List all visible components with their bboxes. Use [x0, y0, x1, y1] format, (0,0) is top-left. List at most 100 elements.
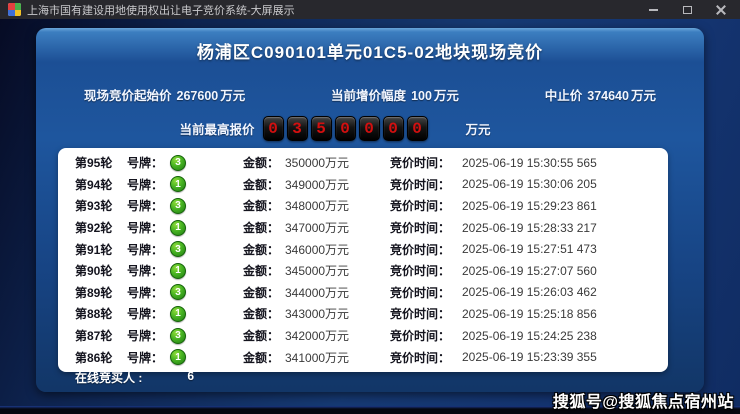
time-value: 2025-06-19 15:24:25 238 [462, 329, 668, 343]
time-label: 竞价时间： [390, 154, 462, 171]
start-price-value: 267600 [177, 89, 219, 103]
amount-value: 348000万元 [285, 197, 390, 214]
amount-label: 金额： [243, 349, 285, 366]
amount-value: 345000万元 [285, 262, 390, 279]
bid-digit: 3 [287, 116, 308, 141]
increment-price: 当前增价幅度100万元 [331, 85, 459, 104]
table-row: 第95轮 号牌： 3 金额： 350000万元 竞价时间： 2025-06-19… [58, 152, 668, 174]
time-label: 竞价时间： [390, 327, 462, 344]
amount-label: 金额： [243, 284, 285, 301]
round-label: 第87轮 [75, 327, 127, 344]
window-titlebar: 上海市国有建设用地使用权出让电子竞价系统-大屏展示 [0, 0, 740, 19]
minimize-button[interactable] [646, 4, 660, 16]
highest-bid-label: 当前最高报价 [179, 119, 254, 138]
table-row: 第92轮 号牌： 1 金额： 347000万元 竞价时间： 2025-06-19… [58, 217, 668, 239]
amount-label: 金额： [243, 154, 285, 171]
table-row: 第91轮 号牌： 3 金额： 346000万元 竞价时间： 2025-06-19… [58, 238, 668, 260]
minimize-icon [649, 9, 658, 11]
increment-label: 当前增价幅度 [331, 89, 406, 103]
close-button[interactable] [714, 4, 728, 16]
paddle-number-badge: 3 [170, 241, 186, 257]
bid-digit: 0 [359, 116, 380, 141]
round-label: 第88轮 [75, 305, 127, 322]
amount-value: 350000万元 [285, 154, 390, 171]
highest-bid-row: 当前最高报价 0 3 5 0 0 0 0 万元 [36, 116, 704, 141]
ceiling-label: 中止价 [545, 89, 583, 103]
table-row: 第93轮 号牌： 3 金额： 348000万元 竞价时间： 2025-06-19… [58, 195, 668, 217]
round-label: 第94轮 [75, 176, 127, 193]
round-label: 第93轮 [75, 197, 127, 214]
paddle-label: 号牌： [127, 241, 170, 258]
paddle-label: 号牌： [127, 219, 170, 236]
time-value: 2025-06-19 15:30:55 565 [462, 156, 668, 170]
amount-label: 金额： [243, 197, 285, 214]
highest-bid-display: 0 3 5 0 0 0 0 [263, 116, 428, 141]
table-row: 第90轮 号牌： 1 金额： 345000万元 竞价时间： 2025-06-19… [58, 260, 668, 282]
bid-digit: 5 [311, 116, 332, 141]
amount-value: 343000万元 [285, 305, 390, 322]
ceiling-price: 中止价374640万元 [545, 85, 656, 104]
paddle-label: 号牌： [127, 176, 170, 193]
page-title: 杨浦区C090101单元01C5-02地块现场竞价 [36, 38, 704, 63]
paddle-label: 号牌： [127, 154, 170, 171]
time-label: 竞价时间： [390, 262, 462, 279]
increment-value: 100 [411, 89, 432, 103]
paddle-number-badge: 3 [170, 328, 186, 344]
highest-bid-unit: 万元 [466, 119, 491, 138]
paddle-number-badge: 1 [170, 306, 186, 322]
paddle-label: 号牌： [127, 197, 170, 214]
paddle-label: 号牌： [127, 262, 170, 279]
time-label: 竞价时间： [390, 284, 462, 301]
bid-digit: 0 [383, 116, 404, 141]
maximize-button[interactable] [680, 4, 694, 16]
bid-history-table: 第95轮 号牌： 3 金额： 350000万元 竞价时间： 2025-06-19… [58, 148, 668, 372]
amount-value: 347000万元 [285, 219, 390, 236]
amount-label: 金额： [243, 262, 285, 279]
app-icon [8, 3, 21, 16]
amount-label: 金额： [243, 305, 285, 322]
table-row: 第89轮 号牌： 3 金额： 344000万元 竞价时间： 2025-06-19… [58, 282, 668, 304]
paddle-label: 号牌： [127, 284, 170, 301]
start-price-label: 现场竞价起始价 [84, 89, 172, 103]
amount-label: 金额： [243, 219, 285, 236]
amount-value: 349000万元 [285, 176, 390, 193]
time-label: 竞价时间： [390, 349, 462, 366]
amount-value: 346000万元 [285, 241, 390, 258]
amount-label: 金额： [243, 176, 285, 193]
time-label: 竞价时间： [390, 241, 462, 258]
start-price: 现场竞价起始价 267600万元 [84, 85, 245, 104]
paddle-number-badge: 1 [170, 263, 186, 279]
time-value: 2025-06-19 15:30:06 205 [462, 177, 668, 191]
amount-label: 金额： [243, 327, 285, 344]
paddle-number-badge: 3 [170, 284, 186, 300]
time-value: 2025-06-19 15:27:07 560 [462, 264, 668, 278]
watermark: 搜狐号@搜狐焦点宿州站 [553, 388, 734, 412]
paddle-number-badge: 1 [170, 220, 186, 236]
time-label: 竞价时间： [390, 197, 462, 214]
table-row: 第87轮 号牌： 3 金额： 342000万元 竞价时间： 2025-06-19… [58, 325, 668, 347]
maximize-icon [683, 6, 692, 14]
time-value: 2025-06-19 15:25:18 856 [462, 307, 668, 321]
paddle-label: 号牌： [127, 327, 170, 344]
close-icon [716, 5, 726, 15]
round-label: 第89轮 [75, 284, 127, 301]
bid-digit: 0 [335, 116, 356, 141]
online-bidders-label: 在线竞买人 : [75, 369, 142, 386]
start-price-unit: 万元 [220, 89, 245, 103]
time-value: 2025-06-19 15:29:23 861 [462, 199, 668, 213]
time-label: 竞价时间： [390, 219, 462, 236]
ceiling-value: 374640 [587, 89, 629, 103]
price-info-row: 现场竞价起始价267600万元 当前增价幅度100万元 中止价374640万元 [36, 85, 704, 104]
bid-digit: 0 [263, 116, 284, 141]
amount-label: 金额： [243, 241, 285, 258]
table-row: 第94轮 号牌： 1 金额： 349000万元 竞价时间： 2025-06-19… [58, 174, 668, 196]
amount-value: 342000万元 [285, 327, 390, 344]
paddle-number-badge: 3 [170, 155, 186, 171]
online-bidders-count: 6 [187, 369, 194, 386]
paddle-number-badge: 1 [170, 176, 186, 192]
round-label: 第92轮 [75, 219, 127, 236]
time-value: 2025-06-19 15:28:33 217 [462, 221, 668, 235]
auction-panel: 杨浦区C090101单元01C5-02地块现场竞价 现场竞价起始价267600万… [36, 28, 704, 392]
table-row: 第86轮 号牌： 1 金额： 341000万元 竞价时间： 2025-06-19… [58, 346, 668, 368]
time-value: 2025-06-19 15:27:51 473 [462, 242, 668, 256]
